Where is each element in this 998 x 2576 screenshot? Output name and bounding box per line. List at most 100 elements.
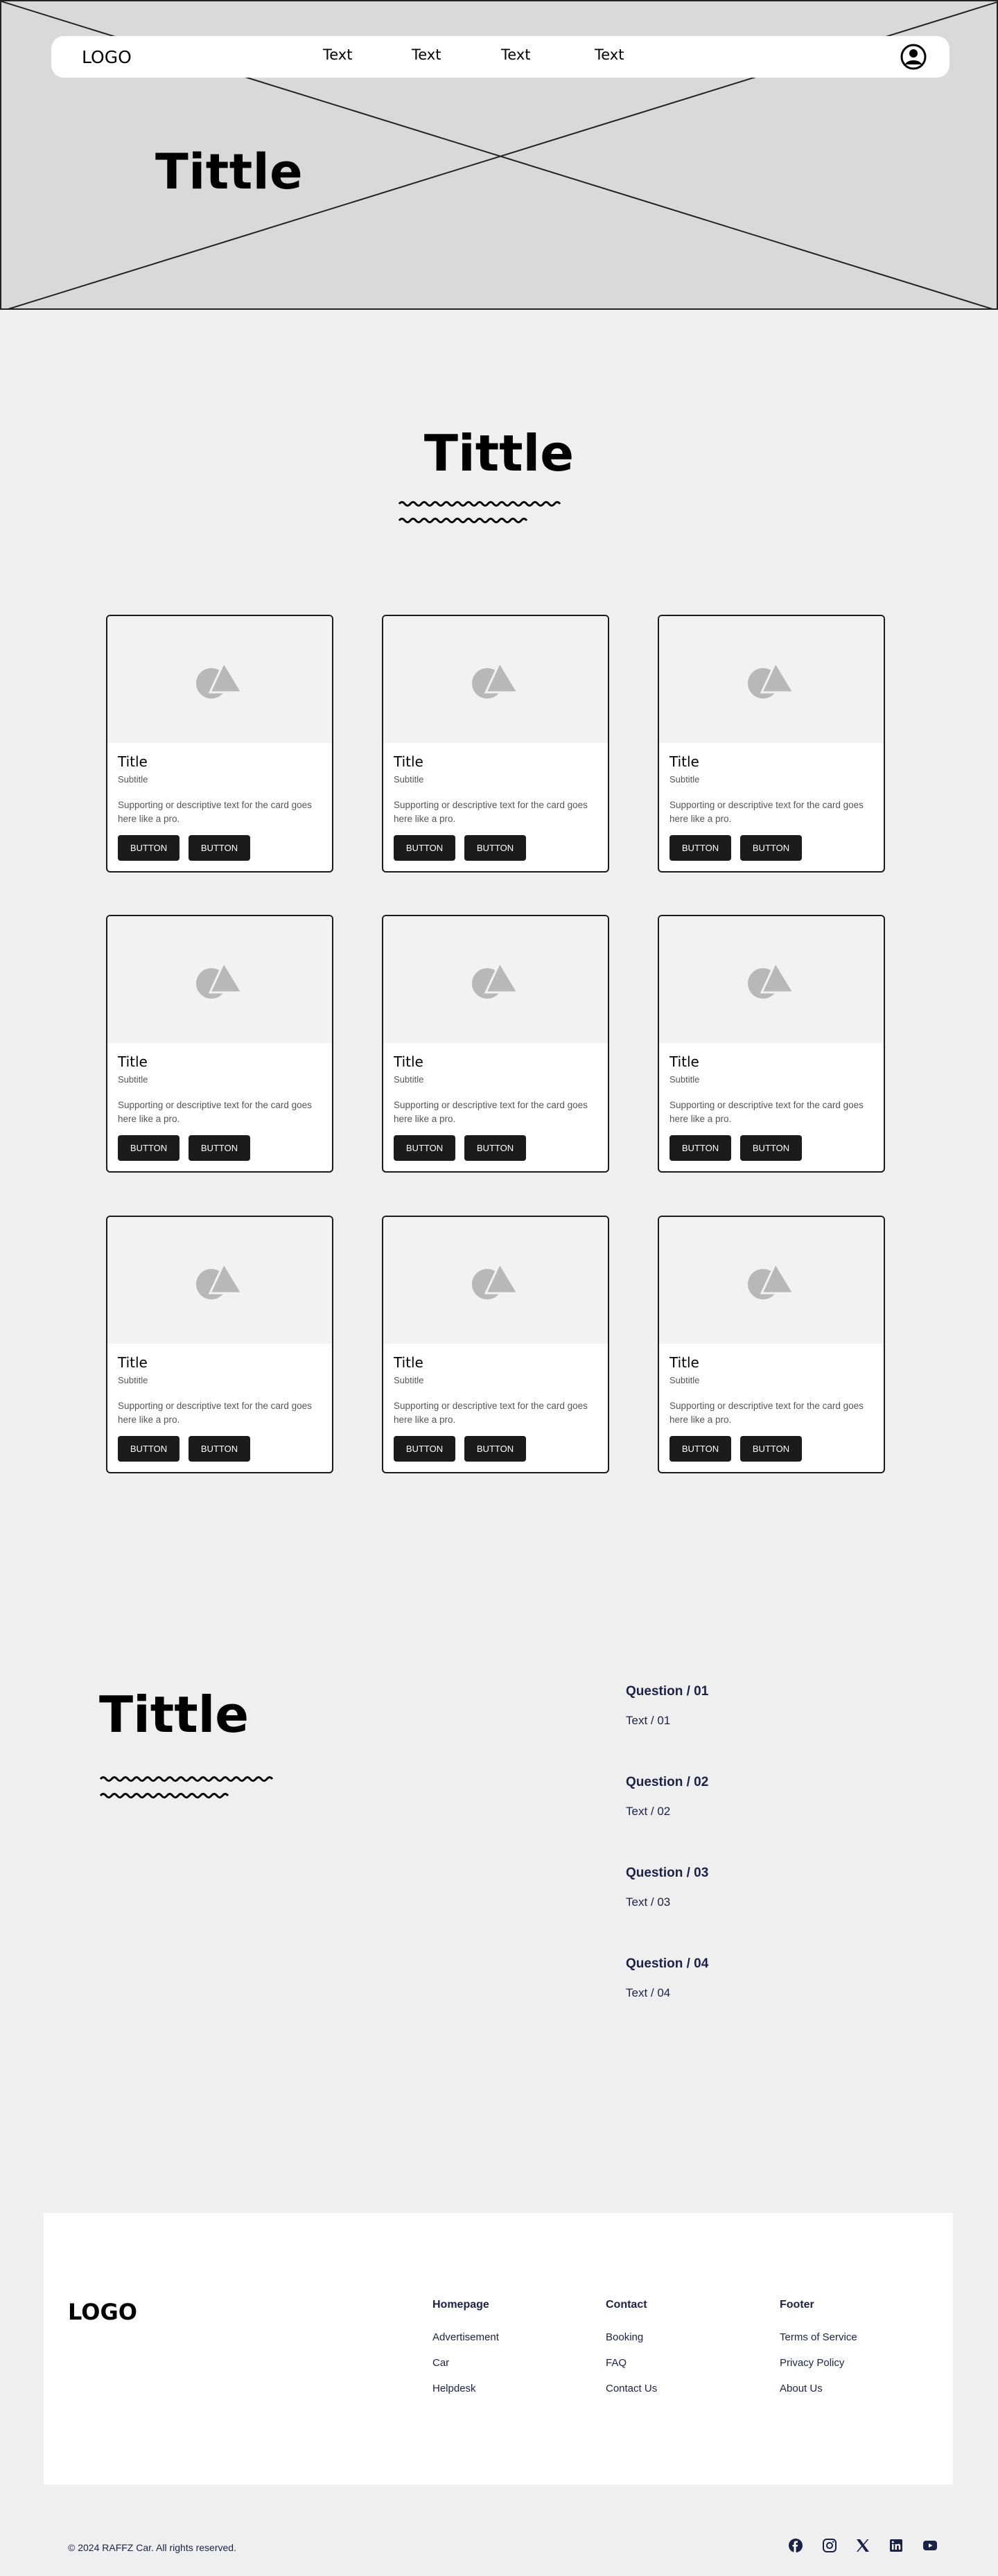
card-title: Title [669, 753, 699, 770]
footer-link-helpdesk[interactable]: Helpdesk [432, 2383, 476, 2394]
card-subtitle: Subtitle [669, 1074, 700, 1085]
card-button-secondary[interactable]: BUTTON [189, 1436, 250, 1462]
card-button-secondary[interactable]: BUTTON [189, 1135, 250, 1161]
card-subtitle: Subtitle [669, 774, 700, 785]
card-button-primary[interactable]: BUTTON [118, 835, 180, 861]
card-button-primary[interactable]: BUTTON [669, 1436, 731, 1462]
youtube-icon[interactable] [922, 2537, 938, 2554]
nav-link-2[interactable]: Text [412, 46, 441, 63]
scribble-text [398, 501, 561, 523]
faq-answer-1: Text / 01 [626, 1714, 671, 1727]
linkedin-icon[interactable] [888, 2537, 904, 2554]
facebook-icon[interactable] [787, 2537, 804, 2554]
card-text: Supporting or descriptive text for the c… [118, 1401, 312, 1425]
faq-question-3[interactable]: Question / 03 [626, 1866, 708, 1881]
card-title: Title [394, 753, 423, 770]
card-title: Title [669, 1354, 699, 1371]
card-image [107, 616, 332, 743]
card-text: Supporting or descriptive text for the c… [669, 1401, 864, 1425]
card-button-primary[interactable]: BUTTON [118, 1135, 180, 1161]
footer-link-about[interactable]: About Us [780, 2383, 823, 2394]
footer-link-advertisement[interactable]: Advertisement [432, 2331, 499, 2343]
card-title: Title [394, 1053, 423, 1070]
hero-banner: LOGO Text Text Text Text Tittle [0, 0, 998, 310]
card-button-secondary[interactable]: BUTTON [740, 835, 802, 861]
footer-heading-footer: Footer [780, 2299, 814, 2311]
faq-question-2[interactable]: Question / 02 [626, 1775, 708, 1790]
card: Title Subtitle Supporting or descriptive t… [382, 1216, 609, 1473]
faq-question-4[interactable]: Question / 04 [626, 1956, 708, 1972]
card-text: Supporting or descriptive text for the c… [394, 1100, 588, 1124]
card: Title Subtitle Supporting or descriptive t… [382, 915, 609, 1173]
image-placeholder-icon [196, 1261, 244, 1299]
card-button-primary[interactable]: BUTTON [394, 1436, 455, 1462]
nav-link-1[interactable]: Text [323, 46, 352, 63]
card-button-secondary[interactable]: BUTTON [740, 1135, 802, 1161]
card: Title Subtitle Supporting or descriptive t… [106, 615, 333, 873]
hero-title: Tittle [155, 143, 304, 200]
image-placeholder-icon [472, 1261, 520, 1299]
section-title: Tittle [423, 424, 575, 482]
card-button-primary[interactable]: BUTTON [394, 1135, 455, 1161]
card-image [107, 1217, 332, 1344]
card-subtitle: Subtitle [394, 774, 424, 785]
scribble-text [99, 1776, 274, 1798]
card-button-secondary[interactable]: BUTTON [464, 1135, 526, 1161]
card-button-primary[interactable]: BUTTON [669, 1135, 731, 1161]
card-button-primary[interactable]: BUTTON [118, 1436, 180, 1462]
card-text: Supporting or descriptive text for the c… [394, 800, 588, 824]
image-placeholder-icon [748, 660, 796, 699]
image-placeholder-icon [196, 660, 244, 699]
card-subtitle: Subtitle [394, 1375, 424, 1385]
card-button-secondary[interactable]: BUTTON [740, 1436, 802, 1462]
card-image [659, 916, 884, 1043]
card-subtitle: Subtitle [118, 1375, 148, 1385]
card-button-secondary[interactable]: BUTTON [464, 835, 526, 861]
card: Title Subtitle Supporting or descriptive t… [658, 1216, 885, 1473]
card: Title Subtitle Supporting or descriptive t… [106, 1216, 333, 1473]
card-image [659, 616, 884, 743]
footer-logo[interactable]: LOGO [68, 2299, 137, 2325]
footer-link-terms[interactable]: Terms of Service [780, 2331, 857, 2343]
image-placeholder-icon [748, 1261, 796, 1299]
card-button-secondary[interactable]: BUTTON [189, 835, 250, 861]
logo[interactable]: LOGO [82, 47, 132, 67]
footer-link-privacy[interactable]: Privacy Policy [780, 2357, 844, 2369]
card-image [383, 1217, 608, 1344]
image-placeholder-icon [748, 960, 796, 999]
card-button-primary[interactable]: BUTTON [394, 835, 455, 861]
card-title: Title [669, 1053, 699, 1070]
card-title: Title [118, 1053, 148, 1070]
instagram-icon[interactable] [821, 2537, 838, 2554]
footer-heading-contact: Contact [606, 2299, 647, 2311]
user-circle-icon[interactable] [900, 43, 927, 71]
faq-title: Tittle [99, 1685, 250, 1744]
navbar: LOGO Text Text Text Text [51, 36, 949, 78]
card-title: Title [118, 1354, 148, 1371]
card: Title Subtitle Supporting or descriptive t… [658, 615, 885, 873]
card-title: Title [118, 753, 148, 770]
card: Title Subtitle Supporting or descriptive t… [106, 915, 333, 1173]
faq-answer-2: Text / 02 [626, 1805, 671, 1818]
x-icon[interactable] [855, 2537, 871, 2554]
card: Title Subtitle Supporting or descriptive t… [382, 615, 609, 873]
copyright-text: © 2024 RAFFZ Car. All rights reserved. [68, 2542, 236, 2553]
card-button-secondary[interactable]: BUTTON [464, 1436, 526, 1462]
card-text: Supporting or descriptive text for the c… [669, 1100, 864, 1124]
footer-link-booking[interactable]: Booking [606, 2331, 643, 2343]
faq-answer-3: Text / 03 [626, 1895, 671, 1909]
card-text: Supporting or descriptive text for the c… [669, 800, 864, 824]
card-text: Supporting or descriptive text for the c… [118, 800, 312, 824]
nav-link-3[interactable]: Text [501, 46, 530, 63]
faq-question-1[interactable]: Question / 01 [626, 1684, 708, 1699]
footer: LOGO Homepage Advertisement Car Helpdesk… [44, 2213, 953, 2485]
card-title: Title [394, 1354, 423, 1371]
card-button-primary[interactable]: BUTTON [669, 835, 731, 861]
footer-link-car[interactable]: Car [432, 2357, 449, 2369]
footer-link-contact-us[interactable]: Contact Us [606, 2383, 657, 2394]
footer-link-faq[interactable]: FAQ [606, 2357, 627, 2369]
card-subtitle: Subtitle [394, 1074, 424, 1085]
nav-link-4[interactable]: Text [595, 46, 624, 63]
card-image [659, 1217, 884, 1344]
image-placeholder-icon [472, 960, 520, 999]
